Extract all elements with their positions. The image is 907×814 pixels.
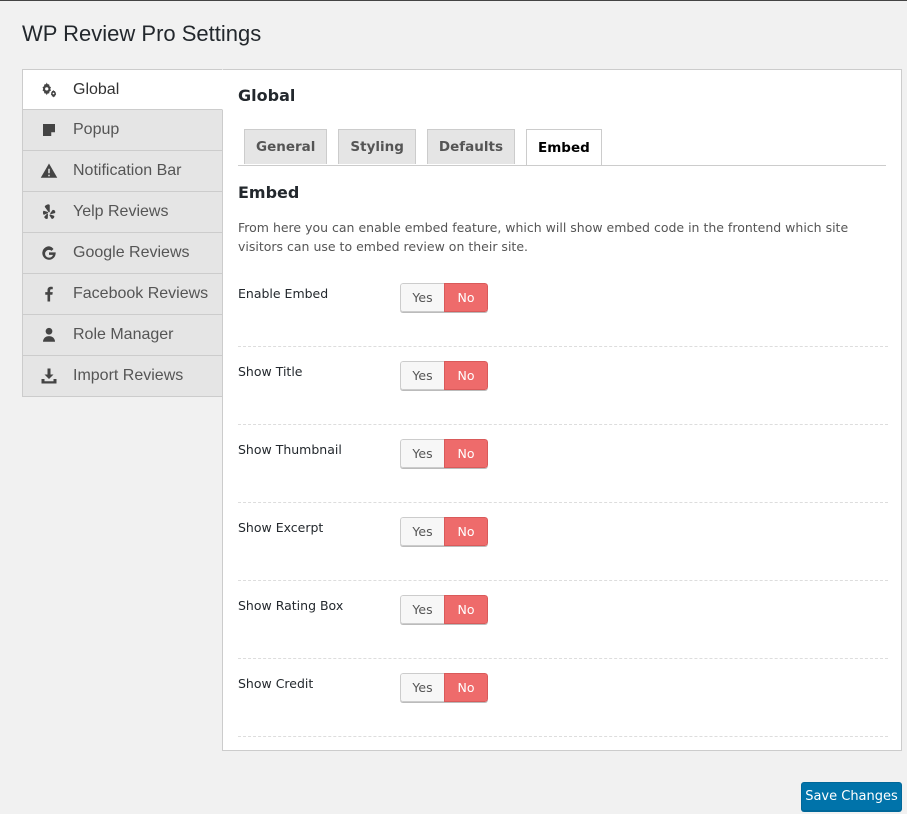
sidebar-item-facebook-reviews[interactable]: Facebook Reviews <box>22 274 223 315</box>
sidebar-item-popup[interactable]: Popup <box>22 110 223 151</box>
sidebar-item-google-reviews[interactable]: Google Reviews <box>22 233 223 274</box>
setting-row-enable-embed: Enable Embed Yes No <box>238 269 888 347</box>
show-excerpt-toggle: Yes No <box>400 517 488 546</box>
enable-embed-toggle: Yes No <box>400 283 488 312</box>
section-title: Embed <box>238 183 300 202</box>
show-rating-box-toggle: Yes No <box>400 595 488 624</box>
google-icon <box>38 244 60 262</box>
tab-styling[interactable]: Styling <box>338 129 416 164</box>
toggle-no-button[interactable]: No <box>444 517 488 546</box>
save-changes-button[interactable]: Save Changes <box>801 782 902 811</box>
setting-label: Show Rating Box <box>238 598 344 613</box>
user-icon <box>38 326 60 344</box>
setting-label: Show Credit <box>238 676 314 691</box>
setting-label: Enable Embed <box>238 286 329 301</box>
setting-row-show-thumbnail: Show Thumbnail Yes No <box>238 425 888 503</box>
setting-row-show-credit: Show Credit Yes No <box>238 659 888 737</box>
setting-label: Show Excerpt <box>238 520 324 535</box>
show-thumbnail-toggle: Yes No <box>400 439 488 468</box>
setting-row-show-rating-box: Show Rating Box Yes No <box>238 581 888 659</box>
sidebar-item-notification-bar[interactable]: Notification Bar <box>22 151 223 192</box>
show-credit-toggle: Yes No <box>400 673 488 702</box>
sidebar-item-label: Facebook Reviews <box>73 285 209 302</box>
toggle-no-button[interactable]: No <box>444 595 488 624</box>
toggle-no-button[interactable]: No <box>444 283 488 312</box>
toggle-yes-button[interactable]: Yes <box>400 439 444 468</box>
toggle-no-button[interactable]: No <box>444 673 488 702</box>
toggle-no-button[interactable]: No <box>444 361 488 390</box>
toggle-yes-button[interactable]: Yes <box>400 673 444 702</box>
warning-icon <box>38 162 60 180</box>
toggle-yes-button[interactable]: Yes <box>400 361 444 390</box>
sidebar-item-label: Yelp Reviews <box>73 203 169 220</box>
section-description: From here you can enable embed feature, … <box>238 220 849 254</box>
gears-icon <box>38 81 60 99</box>
setting-row-show-excerpt: Show Excerpt Yes No <box>238 503 888 581</box>
sidebar-item-label: Role Manager <box>73 326 174 343</box>
sidebar-item-label: Import Reviews <box>73 367 184 384</box>
sidebar-item-yelp-reviews[interactable]: Yelp Reviews <box>22 192 223 233</box>
sidebar-item-label: Popup <box>73 121 120 138</box>
panel-title: Global <box>238 86 296 105</box>
facebook-icon <box>38 285 60 303</box>
setting-label: Show Thumbnail <box>238 442 342 457</box>
page-title: WP Review Pro Settings <box>22 21 262 46</box>
toggle-yes-button[interactable]: Yes <box>400 595 444 624</box>
toggle-yes-button[interactable]: Yes <box>400 283 444 312</box>
download-icon <box>38 367 60 385</box>
tab-general[interactable]: General <box>244 129 328 164</box>
tab-embed[interactable]: Embed <box>526 129 602 165</box>
toggle-no-button[interactable]: No <box>444 439 488 468</box>
yelp-icon <box>38 203 60 221</box>
sticky-note-icon <box>38 121 60 139</box>
sidebar-item-role-manager[interactable]: Role Manager <box>22 315 223 356</box>
sidebar-item-import-reviews[interactable]: Import Reviews <box>22 356 223 397</box>
sidebar-item-label: Notification Bar <box>73 162 182 179</box>
sidebar-item-label: Google Reviews <box>73 244 190 261</box>
tab-defaults[interactable]: Defaults <box>426 129 515 164</box>
sidebar-item-label: Global <box>73 80 120 98</box>
show-title-toggle: Yes No <box>400 361 488 390</box>
toggle-yes-button[interactable]: Yes <box>400 517 444 546</box>
setting-label: Show Title <box>238 364 303 379</box>
settings-panel: Global General Styling Defaults Embed Em… <box>222 69 902 751</box>
sidebar-item-global[interactable]: Global <box>22 69 223 110</box>
setting-row-show-title: Show Title Yes No <box>238 347 888 425</box>
settings-tabs: General Styling Defaults Embed <box>238 129 886 166</box>
settings-sidebar: Global Popup Notification Bar Yelp Revie… <box>22 69 223 397</box>
embed-settings-list: Enable Embed Yes No Show Title Yes No Sh… <box>238 269 888 737</box>
